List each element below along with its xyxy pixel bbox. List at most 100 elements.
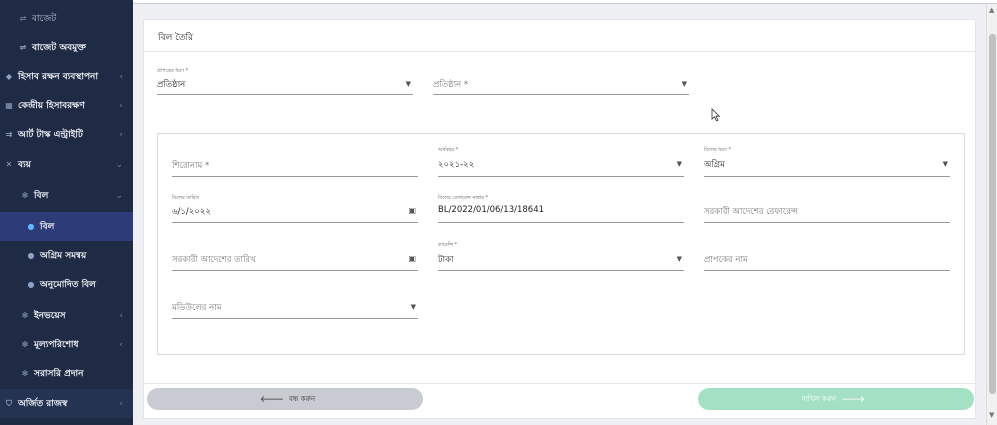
field-label: কারেন্সি * bbox=[438, 242, 458, 248]
model-name-select[interactable]: মডিউলের নাম ▼ bbox=[172, 296, 418, 319]
field-placeholder: মডিউলের নাম bbox=[172, 303, 222, 313]
footer-divider bbox=[144, 383, 975, 384]
scroll-down-icon[interactable]: ▼ bbox=[989, 411, 994, 419]
caret-down-icon: ▼ bbox=[942, 160, 948, 168]
sidebar-item-label: মূল্যপরিশোধ bbox=[34, 340, 79, 350]
caret-down-icon: ▼ bbox=[676, 255, 682, 263]
caret-down-icon: ▼ bbox=[405, 80, 411, 88]
chevron-down-icon: ⌄ bbox=[115, 159, 123, 170]
gov-order-date-input[interactable]: সরকারী আদেশের তারিখ ▣ bbox=[172, 248, 418, 271]
field-value: ২০২১-২২ bbox=[438, 160, 475, 170]
heading-input[interactable]: শিরোনাম * bbox=[172, 152, 418, 177]
submit-button-label: দাখিল করুন bbox=[801, 395, 837, 403]
app-window: ⇌ বাজেট ⇌ বাজেট অবমুক্ত ◆ হিসাব রক্ষন ব্… bbox=[0, 0, 997, 425]
field-placeholder: সরকারী আদেশের তারিখ bbox=[172, 255, 256, 265]
sidebar-item-label: আর্ট টাস্ক এন্ট্রাইটি bbox=[18, 130, 83, 140]
shield-icon: ⛉ bbox=[6, 398, 12, 408]
check-circle-icon: ● bbox=[27, 222, 35, 231]
field-value: টাকা bbox=[438, 255, 454, 265]
sidebar-item-label: বাজেট অবমুক্ত bbox=[32, 43, 86, 53]
recipient-name-input[interactable]: প্রাপকের নাম bbox=[704, 248, 950, 271]
sidebar-item-bill[interactable]: ● বিল bbox=[0, 212, 133, 241]
grid-icon: ▦ bbox=[5, 101, 13, 110]
caret-down-icon: ▼ bbox=[676, 160, 682, 168]
field-value: BL/2022/01/06/13/18641 bbox=[438, 205, 545, 215]
sidebar-item-earned-revenue[interactable]: ⛉ অর্জিত রাজস্ব ‹ bbox=[0, 389, 133, 418]
vertical-scrollbar[interactable]: ▲ ▼ bbox=[986, 4, 997, 425]
sidebar-item-direct-payment[interactable]: ✻ সরাসরি প্রদান bbox=[0, 359, 133, 388]
field-placeholder: সরকারী আদেশের রেফারেন্স bbox=[704, 207, 798, 217]
field-placeholder: প্রতিষ্ঠান * bbox=[433, 80, 469, 90]
bill-create-card: বিল তৈরি প্রাপকের ধরণ * প্রতিষ্ঠান ▼ প্র… bbox=[143, 19, 976, 419]
chevron-left-icon: ‹ bbox=[119, 339, 123, 350]
field-label: বিলের তারিখ bbox=[172, 195, 199, 201]
fiscal-year-select[interactable]: অর্থবছর * ২০২১-২২ ▼ bbox=[438, 147, 684, 177]
sidebar-item-label: বাজেট bbox=[32, 14, 57, 24]
gear-icon: ✻ bbox=[21, 340, 29, 349]
sidebar-item-label: বিল bbox=[40, 222, 55, 232]
sidebar-item-label: হিসাব রক্ষন ব্যবস্থাপনা bbox=[18, 72, 99, 82]
chevron-left-icon: ‹ bbox=[119, 398, 123, 409]
gear-icon: ✻ bbox=[21, 191, 29, 200]
bill-date-input[interactable]: বিলের তারিখ ৬/১/২০২২ ▣ bbox=[172, 195, 418, 223]
sidebar-item-budget-release[interactable]: ⇌ বাজেট অবমুক্ত bbox=[0, 33, 133, 62]
gov-order-reference-input[interactable]: সরকারী আদেশের রেফারেন্স bbox=[704, 200, 950, 223]
sidebar-item-accounts-management[interactable]: ◆ হিসাব রক্ষন ব্যবস্থাপনা ‹ bbox=[0, 62, 133, 91]
field-label: প্রাপকের ধরণ * bbox=[157, 68, 189, 74]
calendar-icon[interactable]: ▣ bbox=[408, 206, 416, 215]
sidebar-item-advance-adjustment[interactable]: ● অগ্রিম সমন্বয় bbox=[0, 241, 133, 270]
expense-icon: ✕ bbox=[5, 160, 13, 169]
sidebar-item-expense[interactable]: ✕ ব্যয় ⌄ bbox=[0, 150, 133, 179]
page-title: বিল তৈরি bbox=[158, 33, 194, 43]
field-placeholder: প্রাপকের নাম bbox=[704, 255, 748, 265]
sidebar-item-central-accounting[interactable]: ▦ কেন্দ্রীয় হিসাবরক্ষণ ‹ bbox=[0, 91, 133, 120]
field-value: অগ্রিম bbox=[704, 160, 725, 170]
chevron-down-icon: ⌄ bbox=[115, 190, 123, 201]
close-button[interactable]: 🡐 বন্ধ করুন bbox=[147, 388, 423, 410]
sidebar: ⇌ বাজেট ⇌ বাজেট অবমুক্ত ◆ হিসাব রক্ষন ব্… bbox=[0, 0, 133, 425]
currency-select[interactable]: কারেন্সি * টাকা ▼ bbox=[438, 242, 684, 271]
chevron-left-icon: ‹ bbox=[119, 100, 123, 111]
check-circle-icon: ● bbox=[27, 251, 35, 260]
calendar-icon[interactable]: ▣ bbox=[408, 254, 416, 263]
chevron-left-icon: ‹ bbox=[119, 129, 123, 140]
field-placeholder: শিরোনাম * bbox=[172, 161, 210, 171]
sidebar-item-label: অগ্রিম সমন্বয় bbox=[40, 251, 87, 261]
main-content: বিল তৈরি প্রাপকের ধরণ * প্রতিষ্ঠান ▼ প্র… bbox=[133, 4, 986, 425]
caret-down-icon: ▼ bbox=[410, 303, 416, 311]
sidebar-item-approved-bill[interactable]: ● অনুমোদিত বিল bbox=[0, 270, 133, 299]
bill-details-panel: শিরোনাম * অর্থবছর * ২০২১-২২ ▼ বিলের ধরণ … bbox=[157, 133, 965, 355]
organization-select[interactable]: প্রতিষ্ঠান * ▼ bbox=[433, 68, 689, 95]
sidebar-item-bill-group[interactable]: ✻ বিল ⌄ bbox=[0, 181, 133, 210]
scroll-up-icon[interactable]: ▲ bbox=[989, 6, 994, 14]
sidebar-item-invoice[interactable]: ✻ ইনভয়েস ‹ bbox=[0, 301, 133, 330]
submit-button[interactable]: দাখিল করুন 🡒 bbox=[698, 388, 974, 410]
arrow-right-icon: 🡒 bbox=[841, 394, 866, 405]
sidebar-item-task-entity[interactable]: ⇉ আর্ট টাস্ক এন্ট্রাইটি ‹ bbox=[0, 120, 133, 149]
sidebar-item-label: বিল bbox=[34, 191, 49, 201]
caret-down-icon: ▼ bbox=[681, 80, 687, 88]
bill-type-select[interactable]: বিলের ধরণ * অগ্রিম ▼ bbox=[704, 147, 950, 177]
card-header: বিল তৈরি bbox=[144, 20, 975, 52]
chevron-left-icon: ‹ bbox=[119, 71, 123, 82]
sidebar-item-label: অনুমোদিত বিল bbox=[40, 280, 96, 290]
link-icon: ⇌ bbox=[19, 43, 27, 52]
arrow-left-icon: 🡐 bbox=[259, 394, 284, 405]
sidebar-item-label: ব্যয় bbox=[18, 160, 31, 170]
scroll-thumb[interactable] bbox=[989, 34, 996, 394]
recipient-type-select[interactable]: প্রাপকের ধরণ * প্রতিষ্ঠান ▼ bbox=[157, 68, 413, 95]
mouse-cursor-icon bbox=[711, 108, 721, 122]
sidebar-item-label: কেন্দ্রীয় হিসাবরক্ষণ bbox=[18, 101, 85, 111]
field-label: বিলের ধরণ * bbox=[704, 147, 731, 153]
sidebar-item-label: অর্জিত রাজস্ব bbox=[18, 399, 68, 409]
sidebar-item-label: ইনভয়েস bbox=[34, 311, 66, 321]
sidebar-item-payment[interactable]: ✻ মূল্যপরিশোধ ‹ bbox=[0, 330, 133, 359]
sidebar-item-budget[interactable]: ⇌ বাজেট bbox=[0, 4, 133, 33]
gear-icon: ✻ bbox=[21, 311, 29, 320]
field-label: বিলের রেফারেন্স নাম্বার * bbox=[438, 195, 489, 201]
gear-icon: ✻ bbox=[21, 369, 29, 378]
bill-reference-input[interactable]: বিলের রেফারেন্স নাম্বার * BL/2022/01/06/… bbox=[438, 195, 684, 223]
accounts-icon: ◆ bbox=[5, 72, 13, 81]
link-icon: ⇌ bbox=[19, 14, 27, 23]
close-button-label: বন্ধ করুন bbox=[289, 395, 316, 403]
